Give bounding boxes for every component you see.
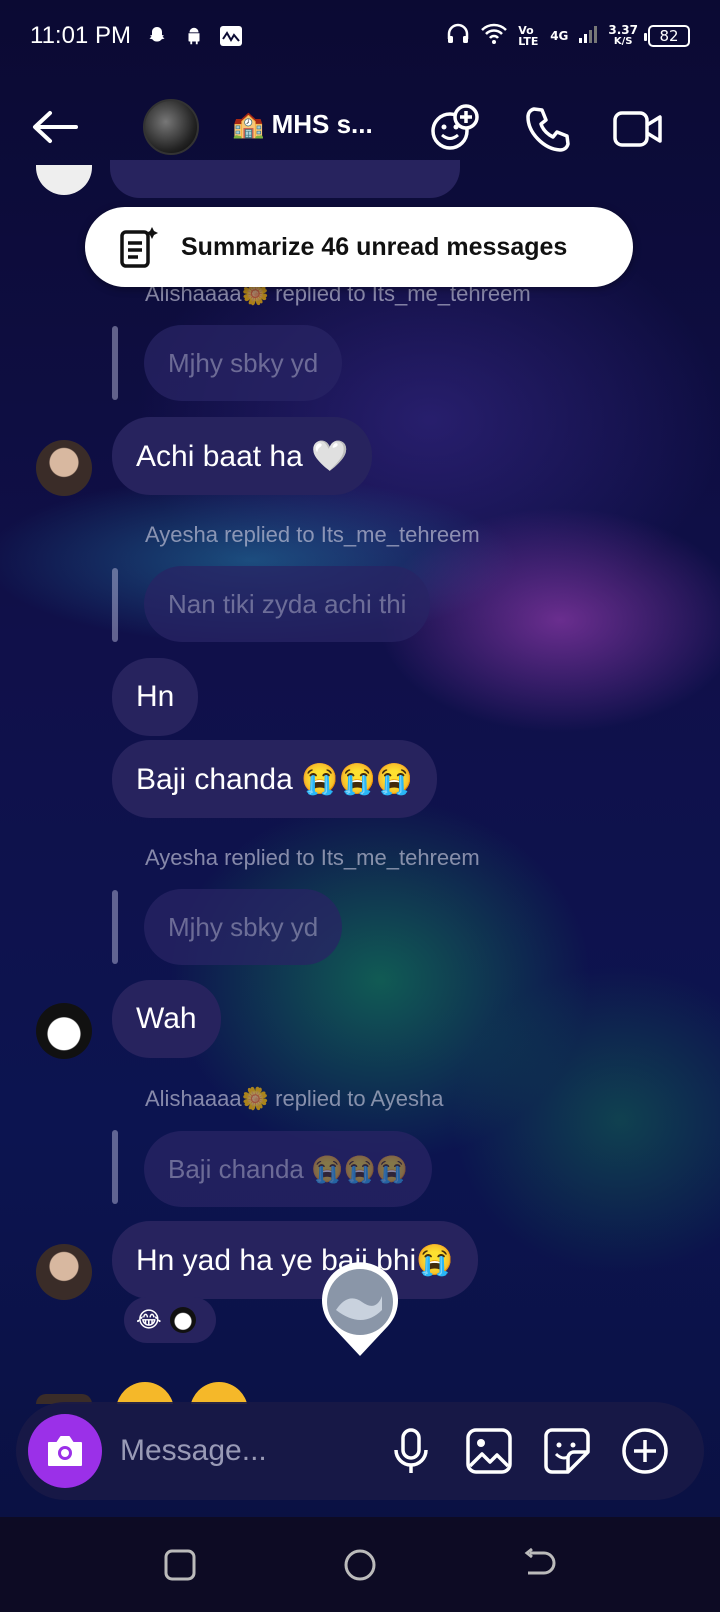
signal-icon xyxy=(578,24,598,48)
back-nav-button[interactable] xyxy=(520,1545,560,1585)
system-nav-bar xyxy=(0,1517,720,1612)
summary-notes-icon xyxy=(120,227,158,268)
back-button[interactable] xyxy=(30,107,80,147)
recents-button[interactable] xyxy=(160,1545,200,1585)
reaction-emoji: 😂 xyxy=(136,1307,162,1333)
summarize-unread-button[interactable]: Summarize 46 unread messages xyxy=(85,207,633,287)
message-reactions[interactable]: 😂 xyxy=(124,1297,216,1343)
recents-icon xyxy=(164,1549,196,1581)
message-bubble[interactable]: Hn yad ha ye baji bhi😭 xyxy=(112,1221,478,1299)
add-people-icon xyxy=(431,104,479,150)
camera-button[interactable] xyxy=(28,1414,102,1488)
reply-note: Ayesha replied to Its_me_tehreem xyxy=(145,845,480,870)
net-speed: 3.37 K/S xyxy=(608,23,638,47)
partial-emoji-row xyxy=(116,1382,256,1404)
android-icon xyxy=(183,25,205,47)
message-bubble[interactable]: Hn xyxy=(112,658,199,736)
camera-icon xyxy=(48,1436,82,1466)
headphones-icon xyxy=(446,22,470,50)
reply-bar xyxy=(112,890,118,964)
message-bubble[interactable]: Baji chanda 😭😭😭 xyxy=(112,740,438,818)
reply-quote[interactable]: Baji chanda 😭😭😭 xyxy=(144,1131,433,1207)
battery-indicator: 82 xyxy=(644,25,690,47)
partial-bubble-top xyxy=(110,160,460,198)
reply-bar xyxy=(112,326,118,400)
voice-message-button[interactable] xyxy=(386,1426,436,1476)
sender-avatar[interactable] xyxy=(36,1003,92,1059)
add-people-button[interactable] xyxy=(428,103,480,155)
more-options-button[interactable] xyxy=(620,1426,670,1476)
reply-bar xyxy=(112,568,118,642)
home-button[interactable] xyxy=(340,1545,380,1585)
group-title[interactable]: 🏫 MHS s... xyxy=(232,109,373,140)
wifi-icon xyxy=(480,22,508,50)
message-bubble[interactable]: Achi baat ha 🤍 xyxy=(112,417,373,495)
snapchat-icon xyxy=(145,24,169,48)
reply-quote[interactable]: Nan tiki zyda achi thi xyxy=(144,566,431,642)
compose-bar xyxy=(16,1402,704,1500)
reply-quote[interactable]: Mjhy sbky yd xyxy=(144,889,343,965)
status-right: Vo LTE 4G 3.37 K/S 82 xyxy=(446,22,690,50)
plus-icon xyxy=(622,1428,668,1474)
message-bubble[interactable]: Wah xyxy=(112,980,221,1058)
gallery-button[interactable] xyxy=(464,1426,514,1476)
sender-avatar[interactable] xyxy=(36,440,92,496)
reply-bar xyxy=(112,1130,118,1204)
reactor-avatar xyxy=(169,1307,196,1333)
back-arrow-icon xyxy=(33,111,78,143)
reply-note: Ayesha replied to Its_me_tehreem xyxy=(145,522,480,547)
network-label: 4G xyxy=(550,29,569,43)
status-time: 11:01 PM xyxy=(30,22,131,49)
status-bar: 11:01 PM Vo LTE 4G 3.37 K/S 82 xyxy=(0,0,720,72)
voice-call-button[interactable] xyxy=(522,103,574,155)
volte-label: Vo LTE xyxy=(518,24,539,48)
reply-note: Alishaaaa🌼 replied to Ayesha xyxy=(145,1086,444,1111)
back-nav-icon xyxy=(524,1547,556,1575)
photo-pin-marker[interactable] xyxy=(318,1262,402,1358)
gallery-icon xyxy=(466,1428,512,1474)
mic-icon xyxy=(394,1428,428,1473)
message-input[interactable] xyxy=(120,1428,360,1474)
group-avatar[interactable] xyxy=(143,99,199,155)
activity-icon xyxy=(219,25,243,47)
sticker-icon xyxy=(544,1428,590,1474)
sender-avatar[interactable] xyxy=(36,1244,92,1300)
summarize-label: Summarize 46 unread messages xyxy=(181,232,568,261)
video-icon xyxy=(613,111,662,147)
reply-quote[interactable]: Mjhy sbky yd xyxy=(144,325,343,401)
home-icon xyxy=(344,1549,376,1581)
phone-icon xyxy=(526,107,570,152)
video-call-button[interactable] xyxy=(612,103,664,155)
sticker-button[interactable] xyxy=(542,1426,592,1476)
